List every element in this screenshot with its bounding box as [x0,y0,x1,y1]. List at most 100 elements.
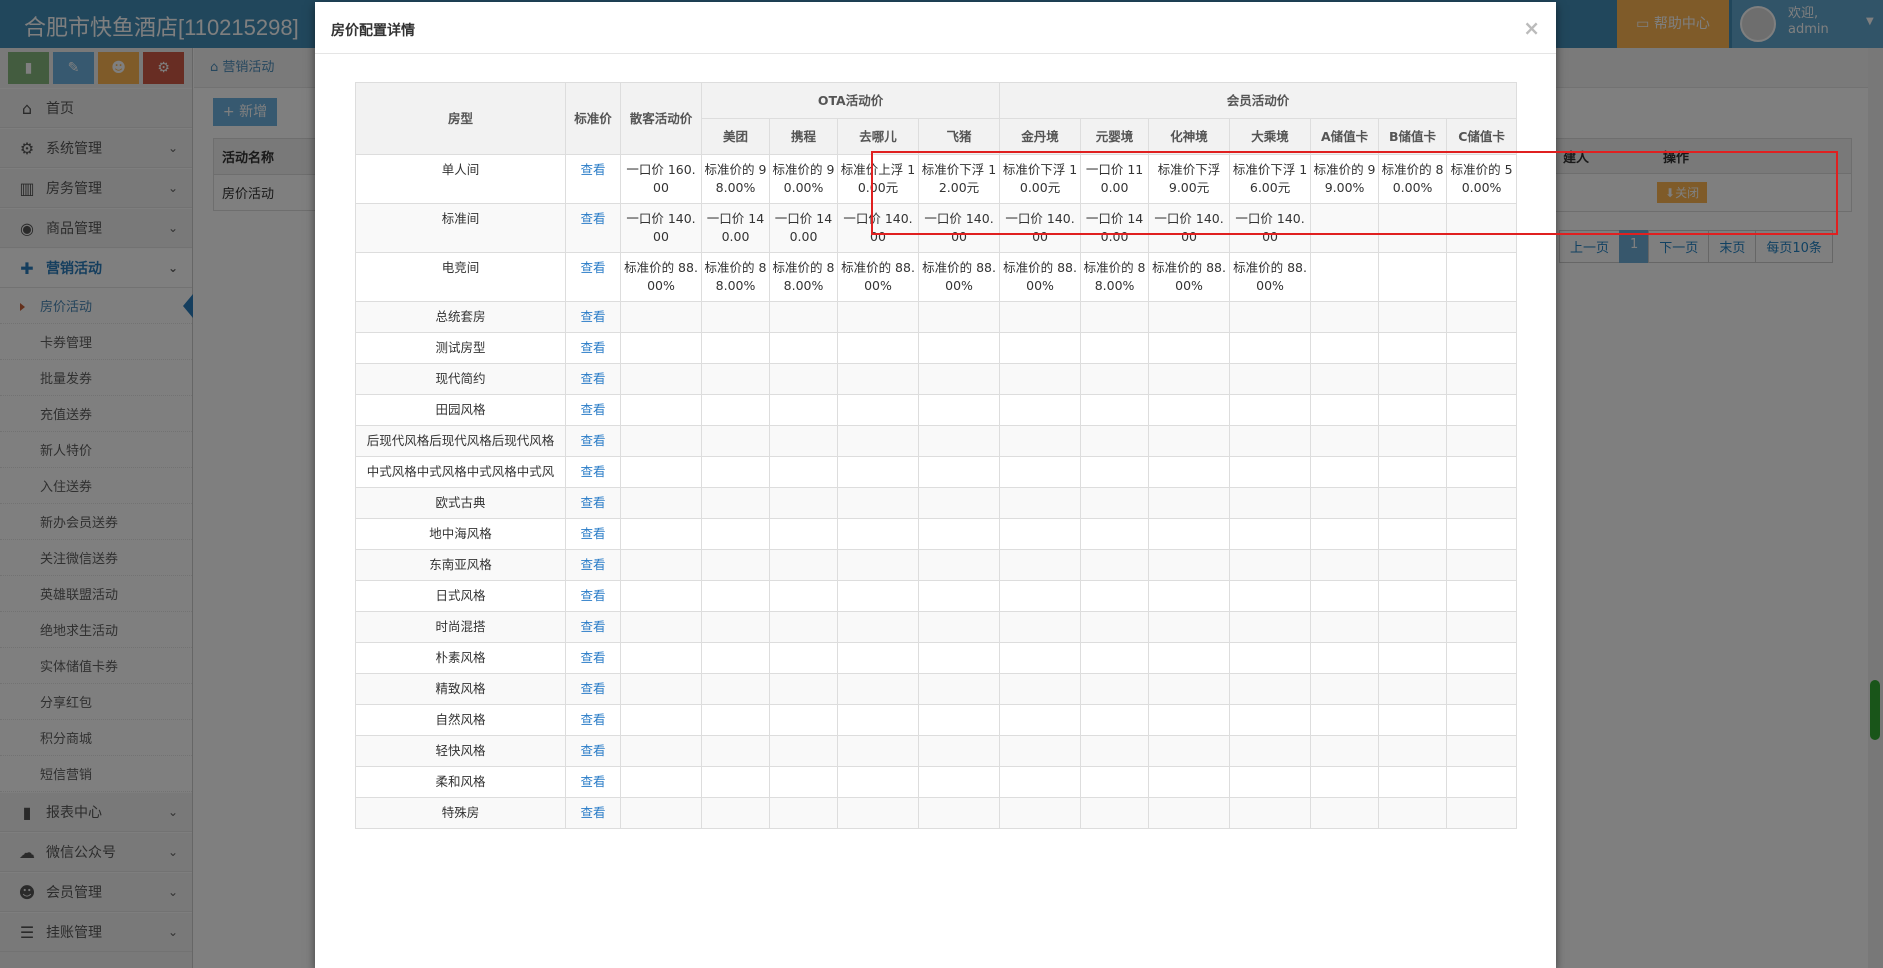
price-cell [1148,673,1231,705]
price-cell [769,704,838,736]
price-cell [1229,549,1312,581]
price-cell [701,394,770,426]
view-link[interactable]: 查看 [565,797,621,829]
close-icon[interactable]: × [1523,16,1540,40]
price-cell [1446,252,1518,302]
price-cell [999,704,1082,736]
price-cell [917,518,1001,550]
price-cell [701,301,770,333]
price-cell: 标准价下浮 16.00元 [1229,154,1312,204]
price-cell: 一口价 140.00 [837,203,919,253]
price-cell [999,487,1082,519]
view-link[interactable]: 查看 [565,735,621,767]
view-link[interactable]: 查看 [565,704,621,736]
price-cell [1446,518,1518,550]
price-cell [1446,549,1518,581]
view-link[interactable]: 查看 [565,394,621,426]
price-cell: 标准价的 88.00% [620,252,702,302]
price-cell [620,766,702,798]
view-link[interactable]: 查看 [565,766,621,798]
th-member-2: 化神境 [1148,118,1231,155]
price-cell [701,332,770,364]
view-link[interactable]: 查看 [565,673,621,705]
price-cell [1446,735,1518,767]
table-row: 中式风格中式风格中式风格中式风 查看 [355,456,1518,488]
price-cell [1378,425,1448,457]
price-cell [620,611,702,643]
price-cell [1378,518,1448,550]
price-cell: 标准价的 88.00% [769,252,838,302]
modal-header: 房价配置详情 × [315,2,1556,54]
price-cell [769,766,838,798]
view-link[interactable]: 查看 [565,549,621,581]
view-link[interactable]: 查看 [565,487,621,519]
price-cell [1310,797,1380,829]
table-row: 总统套房 查看 [355,301,1518,333]
price-cell: 标准价的 88.00% [701,252,770,302]
price-cell [917,456,1001,488]
room-type-name: 总统套房 [355,301,566,333]
view-link[interactable]: 查看 [565,301,621,333]
price-cell [769,642,838,674]
price-cell [1229,487,1312,519]
price-cell: 标准价的 88.00% [1148,252,1231,302]
view-link[interactable]: 查看 [565,203,621,253]
price-cell [1310,642,1380,674]
room-type-name: 欧式古典 [355,487,566,519]
price-cell: 标准价上浮 10.00元 [837,154,919,204]
table-row: 田园风格 查看 [355,394,1518,426]
price-cell [1229,580,1312,612]
price-cell [837,363,919,395]
price-cell [1446,332,1518,364]
price-cell [1310,456,1380,488]
price-cell [620,735,702,767]
view-link[interactable]: 查看 [565,332,621,364]
price-cell [1310,203,1380,253]
price-cell [917,301,1001,333]
price-cell [1378,203,1448,253]
price-cell [701,797,770,829]
price-cell [917,766,1001,798]
price-cell [1080,797,1150,829]
price-cell [1148,332,1231,364]
view-link[interactable]: 查看 [565,456,621,488]
price-cell: 标准价的 88.00% [1080,252,1150,302]
price-cell [769,394,838,426]
price-cell: 一口价 140.00 [999,203,1082,253]
price-cell [1080,363,1150,395]
price-config-modal: 房价配置详情 × 房型 标准价 散客活动价 OTA活动价 会员活动价 美团 携程去… [315,2,1838,968]
view-link[interactable]: 查看 [565,363,621,395]
view-link[interactable]: 查看 [565,642,621,674]
price-cell [917,735,1001,767]
table-row: 东南亚风格 查看 [355,549,1518,581]
price-cell [837,580,919,612]
price-cell: 一口价 160.00 [620,154,702,204]
price-cell [1080,549,1150,581]
view-link[interactable]: 查看 [565,425,621,457]
room-type-name: 中式风格中式风格中式风格中式风 [355,456,566,488]
th-member-group: 会员活动价 [999,82,1518,119]
price-cell [1446,766,1518,798]
price-cell [1378,394,1448,426]
room-type-name: 时尚混搭 [355,611,566,643]
view-link[interactable]: 查看 [565,154,621,204]
price-cell [620,642,702,674]
price-cell [769,425,838,457]
price-cell: 一口价 140.00 [1148,203,1231,253]
table-row: 自然风格 查看 [355,704,1518,736]
room-type-name: 柔和风格 [355,766,566,798]
view-link[interactable]: 查看 [565,611,621,643]
table-row: 后现代风格后现代风格后现代风格 查看 [355,425,1518,457]
view-link[interactable]: 查看 [565,518,621,550]
view-link[interactable]: 查看 [565,252,621,302]
price-cell [1310,301,1380,333]
price-cell [1080,642,1150,674]
price-cell [1310,549,1380,581]
price-cell: 标准价下浮 9.00元 [1148,154,1231,204]
th-member-5: B储值卡 [1378,118,1448,155]
view-link[interactable]: 查看 [565,580,621,612]
room-type-name: 单人间 [355,154,566,204]
price-cell [1310,766,1380,798]
price-cell [917,363,1001,395]
price-cell [620,363,702,395]
